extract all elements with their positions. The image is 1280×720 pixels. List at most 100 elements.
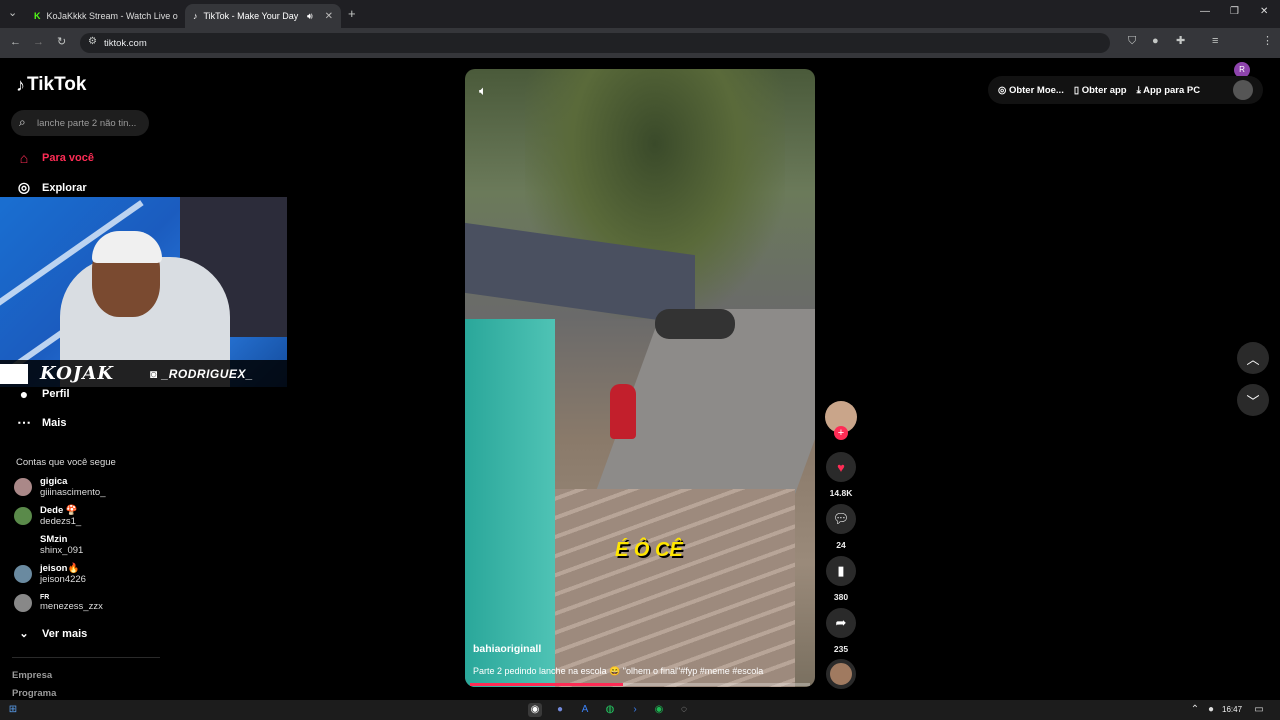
mute-icon[interactable]: 🔈︎ xyxy=(479,83,487,99)
streamer-signature: KOJAK xyxy=(40,363,114,384)
app-for-pc-button[interactable]: ⤓ App para PC xyxy=(1137,85,1201,96)
microphone-icon[interactable]: ● xyxy=(1204,703,1218,717)
following-account[interactable]: SMzin shinx_091 xyxy=(14,534,83,556)
forward-icon[interactable]: → xyxy=(33,37,44,48)
progress-fill xyxy=(470,683,623,686)
tray-arrow-icon[interactable]: ⌃ xyxy=(1188,703,1202,717)
music-disc-avatar[interactable] xyxy=(826,659,856,689)
clock[interactable]: 16:47 xyxy=(1222,705,1242,714)
like-count: 14.8K xyxy=(829,488,853,498)
kick-icon: K xyxy=(34,11,41,21)
tab-kojak[interactable]: K KoJaKkkk Stream - Watch Live o ✕ xyxy=(26,4,181,28)
follow-plus-icon[interactable]: + xyxy=(834,426,848,440)
puzzle-icon[interactable]: ✚ xyxy=(1176,36,1185,47)
banner-block xyxy=(0,364,28,384)
video-author[interactable]: bahiaoriginall xyxy=(473,643,541,655)
tab-list-icon[interactable]: ⌄ xyxy=(8,8,17,19)
share-icon[interactable]: ➦ xyxy=(826,608,856,638)
following-account[interactable]: jeison🔥 jeison4226 xyxy=(14,563,86,585)
browser-tab-bar: ⌄ K KoJaKkkk Stream - Watch Live o ✕ ♪ T… xyxy=(0,0,1280,28)
tab-title: TikTok - Make Your Day xyxy=(203,11,299,21)
avatar xyxy=(14,507,32,525)
minimize-icon[interactable]: — xyxy=(1200,6,1210,17)
restore-icon[interactable]: ❐ xyxy=(1230,6,1239,17)
extension-icon[interactable]: ● xyxy=(1152,36,1159,47)
spotify-icon[interactable]: ◉ xyxy=(652,703,666,717)
get-app-button[interactable]: ▯ Obter app xyxy=(1074,85,1127,96)
video-player[interactable]: 🔈︎ É Ô CÊ bahiaoriginall Parte 2 pedindo… xyxy=(465,69,815,687)
account-name: SMzin xyxy=(40,534,68,545)
discord-icon[interactable]: ● xyxy=(553,703,567,717)
chevron-up-icon: ︿ xyxy=(1246,351,1260,367)
shield-icon[interactable]: ⛉ xyxy=(1128,36,1136,47)
nav-more[interactable]: ⋯ Mais xyxy=(16,414,66,431)
app-a-icon[interactable]: A xyxy=(578,703,592,717)
speaker-icon[interactable]: 🔊︎ xyxy=(307,11,313,22)
account-name: gigica xyxy=(40,476,68,487)
instagram-handle: ◙ _RODRIGUEX_ xyxy=(150,367,253,381)
back-icon[interactable]: ← xyxy=(10,37,21,48)
reload-icon[interactable]: ↻ xyxy=(57,37,66,48)
terminal-icon[interactable]: › xyxy=(628,703,642,717)
save-action[interactable]: ▮ 380 xyxy=(826,556,856,602)
heart-icon[interactable]: ♥ xyxy=(826,452,856,482)
menu-kebab-icon[interactable]: ⋮ xyxy=(1262,36,1273,47)
video-description: Parte 2 pedindo lanche na escola 😄 "olhe… xyxy=(473,666,764,676)
comment-action[interactable]: 💬︎ 24 xyxy=(826,504,856,550)
chrome-icon[interactable]: ◉ xyxy=(528,703,542,717)
nav-explore[interactable]: ◎ Explorar xyxy=(16,179,87,196)
user-avatar[interactable] xyxy=(1233,80,1253,100)
get-coins-button[interactable]: ◎ Obter Moe... xyxy=(998,85,1064,96)
comment-icon[interactable]: 💬︎ xyxy=(826,504,856,534)
coin-icon: ◎ xyxy=(998,84,1009,96)
see-more-button[interactable]: ⌄ Ver mais xyxy=(16,627,88,641)
video-progress-bar[interactable] xyxy=(470,683,810,686)
tab-tiktok[interactable]: ♪ TikTok - Make Your Day 🔊︎ ✕ xyxy=(185,4,341,28)
streamer-cap xyxy=(92,231,162,263)
tiktok-logo[interactable]: ♪ TikTok xyxy=(16,74,86,96)
new-tab-icon[interactable]: + xyxy=(348,7,356,20)
nav-for-you[interactable]: ⌂ Para você xyxy=(16,150,94,166)
footer-link-company[interactable]: Empresa xyxy=(12,670,52,681)
webcam-overlay: KOJAK ◙ _RODRIGUEX_ xyxy=(0,197,287,387)
next-video-button[interactable]: ﹀ xyxy=(1237,384,1269,416)
app-circle-icon[interactable]: ◌ xyxy=(677,703,691,717)
nav-label: Mais xyxy=(42,416,67,429)
nav-label: Para você xyxy=(42,152,94,164)
previous-video-button[interactable]: ︿ xyxy=(1237,342,1269,374)
video-stairs xyxy=(535,489,795,687)
whatsapp-icon[interactable]: ◍ xyxy=(603,703,617,717)
comment-count: 24 xyxy=(836,540,846,550)
video-car xyxy=(655,309,735,339)
media-control-icon[interactable]: ≡ xyxy=(1212,36,1218,47)
account-handle: dedezs1_ xyxy=(40,516,82,527)
share-action[interactable]: ➦ 235 xyxy=(826,608,856,654)
account-name: FR xyxy=(40,594,50,601)
see-more-label: Ver mais xyxy=(42,627,88,640)
notification-icon[interactable]: ▭ xyxy=(1252,703,1266,717)
following-account[interactable]: FR menezess_zzx xyxy=(14,594,103,612)
windows-start-icon[interactable]: ⊞ xyxy=(6,703,20,717)
footer-link-program[interactable]: Programa xyxy=(12,688,56,699)
instagram-icon: ◙ xyxy=(150,366,162,381)
nav-profile[interactable]: ● Perfil xyxy=(16,386,70,402)
profile-icon: ● xyxy=(19,386,29,402)
close-window-icon[interactable]: ✕ xyxy=(1260,6,1268,17)
site-info-icon[interactable]: ⚙ xyxy=(88,37,97,47)
account-handle: giiinascimento_ xyxy=(40,487,106,498)
url-bar[interactable]: ⚙ tiktok.com xyxy=(80,33,1110,53)
compass-icon: ◎ xyxy=(17,179,31,195)
close-icon[interactable]: ✕ xyxy=(325,11,333,22)
top-right-actions: ◎ Obter Moe... ▯ Obter app ⤓ App para PC xyxy=(988,76,1263,104)
divider xyxy=(12,657,160,658)
chevron-down-icon: ⌄ xyxy=(19,628,29,640)
webcam-banner: KOJAK ◙ _RODRIGUEX_ xyxy=(0,360,287,387)
bookmark-icon[interactable]: ▮ xyxy=(826,556,856,586)
like-action[interactable]: ♥ 14.8K xyxy=(826,452,856,498)
account-name: Dede 🍄 xyxy=(40,505,78,516)
avatar xyxy=(14,536,32,554)
following-account[interactable]: Dede 🍄 dedezs1_ xyxy=(14,505,81,527)
windows-taskbar: ⊞ ◉ ● A ◍ › ◉ ◌ ⌃ ● 16:47 ▭ xyxy=(0,700,1280,720)
following-account[interactable]: gigica giiinascimento_ xyxy=(14,476,105,498)
search-input[interactable]: ⌕ lanche parte 2 não tin... xyxy=(11,110,149,136)
